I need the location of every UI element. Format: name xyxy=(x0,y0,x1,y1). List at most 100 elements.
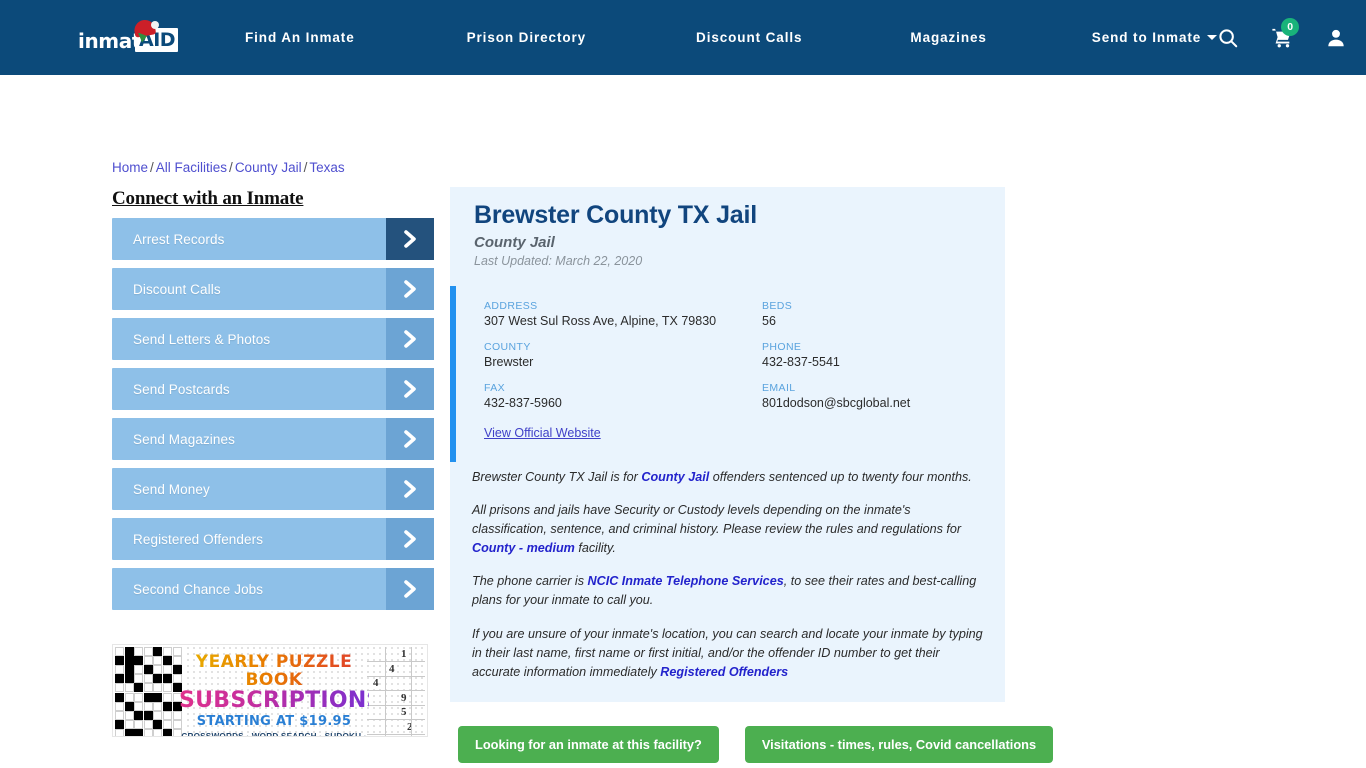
detail-label-address: ADDRESS xyxy=(484,299,538,312)
sidebar-item-label: Registered Offenders xyxy=(133,531,264,547)
paragraph-2-text-a: All prisons and jails have Security or C… xyxy=(472,502,962,537)
breadcrumb-separator: / xyxy=(150,160,154,175)
nav-item-prison-directory[interactable]: Prison Directory xyxy=(467,26,586,49)
site-header: inmate AID Find An Inmate Prison Directo… xyxy=(0,0,1366,75)
facility-paragraph-2: All prisons and jails have Security or C… xyxy=(472,501,985,558)
facility-details-grid: ADDRESS 307 West Sul Ross Ave, Alpine, T… xyxy=(484,300,1005,410)
sidebar-item-label: Second Chance Jobs xyxy=(133,581,264,597)
sidebar-heading: Connect with an Inmate xyxy=(112,188,304,209)
paragraph-3-text-a: The phone carrier is xyxy=(472,574,588,589)
chevron-right-icon xyxy=(386,318,434,360)
facility-header: Brewster County TX Jail County Jail Last… xyxy=(450,187,1005,278)
sidebar-menu: Arrest Records Discount Calls Send Lette… xyxy=(112,218,434,618)
detail-label-fax: FAX xyxy=(484,381,506,394)
nav-item-discount-calls[interactable]: Discount Calls xyxy=(696,26,802,49)
detail-value-county: Brewster xyxy=(484,354,534,369)
detail-value-beds: 56 xyxy=(762,313,776,328)
facility-info-panel: Brewster County TX Jail County Jail Last… xyxy=(450,187,1005,703)
sidebar-item-second-chance-jobs[interactable]: Second Chance Jobs xyxy=(112,568,434,610)
cta-button-row: Looking for an inmate at this facility? … xyxy=(458,726,1054,763)
sidebar-item-send-postcards[interactable]: Send Postcards xyxy=(112,368,434,410)
ad-line-3: STARTING AT $19.95 xyxy=(196,713,352,729)
detail-phone: PHONE 432-837-5541 xyxy=(762,341,1005,369)
breadcrumb-separator: / xyxy=(303,160,308,175)
link-registered-offenders[interactable]: Registered Offenders xyxy=(660,665,788,679)
detail-value-fax: 432-837-5960 xyxy=(484,395,562,410)
page-title: Brewster County TX Jail xyxy=(474,201,757,229)
find-inmate-button[interactable]: Looking for an inmate at this facility? xyxy=(458,726,719,763)
paragraph-1-text-b: offenders sentenced up to twenty four mo… xyxy=(709,469,972,484)
header-icon-group: 0 xyxy=(1217,17,1359,49)
detail-county: COUNTY Brewster xyxy=(484,341,762,369)
visitations-button[interactable]: Visitations - times, rules, Covid cancel… xyxy=(744,726,1054,763)
chevron-down-icon xyxy=(1207,35,1218,40)
ad-line-2: SUBSCRIPTIONS xyxy=(179,687,383,713)
search-icon[interactable] xyxy=(1217,27,1239,49)
facility-paragraph-1: Brewster County TX Jail is for County Ja… xyxy=(472,468,985,487)
link-ncic-telephone-services[interactable]: NCIC Inmate Telephone Services xyxy=(588,574,784,588)
main-navigation: Find An Inmate Prison Directory Discount… xyxy=(245,26,1218,49)
chevron-right-icon xyxy=(386,268,434,310)
chevron-right-icon xyxy=(386,368,434,410)
facility-details-block: ADDRESS 307 West Sul Ross Ave, Alpine, T… xyxy=(450,285,1005,462)
detail-label-beds: BEDS xyxy=(762,299,793,312)
breadcrumb-item-county-jail[interactable]: County Jail xyxy=(235,160,302,175)
sidebar-item-label: Arrest Records xyxy=(133,231,225,247)
breadcrumb-separator: / xyxy=(229,160,233,175)
detail-label-phone: PHONE xyxy=(762,340,802,353)
breadcrumb-item-texas: Texas xyxy=(309,160,345,175)
sidebar-item-send-money[interactable]: Send Money xyxy=(112,468,434,510)
facility-paragraph-4: If you are unsure of your inmate's locat… xyxy=(472,625,985,682)
detail-value-phone: 432-837-5541 xyxy=(762,354,840,369)
nav-item-send-to-inmate[interactable]: Send to Inmate xyxy=(1091,26,1218,49)
detail-fax: FAX 432-837-5960 xyxy=(484,382,762,410)
ad-line-4: CROSSWORDS · WORD SEARCH · SUDOKU · BRAI… xyxy=(181,731,367,737)
chevron-right-icon xyxy=(386,568,434,610)
nav-item-send-to-inmate-label: Send to Inmate xyxy=(1091,30,1202,45)
sidebar-item-label: Send Postcards xyxy=(133,381,230,397)
cart-icon[interactable]: 0 xyxy=(1271,17,1300,49)
site-logo[interactable]: inmate AID xyxy=(78,17,183,56)
sidebar-item-send-magazines[interactable]: Send Magazines xyxy=(112,418,434,460)
facility-last-updated: Last Updated: March 22, 2020 xyxy=(474,253,643,268)
sidebar-item-label: Discount Calls xyxy=(133,281,221,297)
breadcrumb-item-all-facilities[interactable]: All Facilities xyxy=(156,160,227,175)
nav-item-magazines[interactable]: Magazines xyxy=(910,26,986,49)
chevron-right-icon xyxy=(386,418,434,460)
ad-line-1: YEARLY PUZZLE BOOK xyxy=(179,653,369,690)
sidebar-item-label: Send Magazines xyxy=(133,431,235,447)
chevron-right-icon xyxy=(386,468,434,510)
paragraph-2-text-b: facility. xyxy=(574,541,616,556)
detail-beds: BEDS 56 xyxy=(762,300,1005,328)
user-account-icon[interactable] xyxy=(1325,27,1347,49)
cart-count-badge: 0 xyxy=(1281,17,1300,36)
breadcrumb-item-home[interactable]: Home xyxy=(112,160,148,175)
sidebar-item-label: Send Money xyxy=(133,481,210,497)
detail-label-email: EMAIL xyxy=(762,381,796,394)
puzzle-book-ad-banner[interactable]: 144952 YEARLY PUZZLE BOOK SUBSCRIPTIONS … xyxy=(112,644,428,737)
facility-type: County Jail xyxy=(474,233,555,251)
detail-address: ADDRESS 307 West Sul Ross Ave, Alpine, T… xyxy=(484,300,762,328)
link-county-jail[interactable]: County Jail xyxy=(641,470,709,484)
paragraph-1-text-a: Brewster County TX Jail is for xyxy=(472,469,642,484)
detail-value-email: 801dodson@sbcglobal.net xyxy=(762,395,911,410)
detail-value-address: 307 West Sul Ross Ave, Alpine, TX 79830 xyxy=(484,313,717,328)
facility-description: Brewster County TX Jail is for County Ja… xyxy=(450,462,1005,702)
chevron-right-icon xyxy=(386,218,434,260)
detail-email: EMAIL 801dodson@sbcglobal.net xyxy=(762,382,1005,410)
crossword-graphic xyxy=(113,645,185,736)
sidebar-item-label: Send Letters & Photos xyxy=(133,331,271,347)
facility-paragraph-3: The phone carrier is NCIC Inmate Telepho… xyxy=(472,572,985,610)
chevron-right-icon xyxy=(386,518,434,560)
nav-item-find-an-inmate[interactable]: Find An Inmate xyxy=(245,26,355,49)
link-county-medium[interactable]: County - medium xyxy=(472,541,575,555)
sidebar-item-registered-offenders[interactable]: Registered Offenders xyxy=(112,518,434,560)
sidebar-item-send-letters-photos[interactable]: Send Letters & Photos xyxy=(112,318,434,360)
sidebar-item-discount-calls[interactable]: Discount Calls xyxy=(112,268,434,310)
breadcrumb: Home / All Facilities / County Jail / Texas xyxy=(112,160,345,175)
detail-label-county: COUNTY xyxy=(484,340,531,353)
view-official-website-link[interactable]: View Official Website xyxy=(484,426,601,440)
santa-hat-pompom-icon xyxy=(151,20,159,29)
ad-text-block: YEARLY PUZZLE BOOK SUBSCRIPTIONS STARTIN… xyxy=(179,653,383,737)
sidebar-item-arrest-records[interactable]: Arrest Records xyxy=(112,218,434,260)
